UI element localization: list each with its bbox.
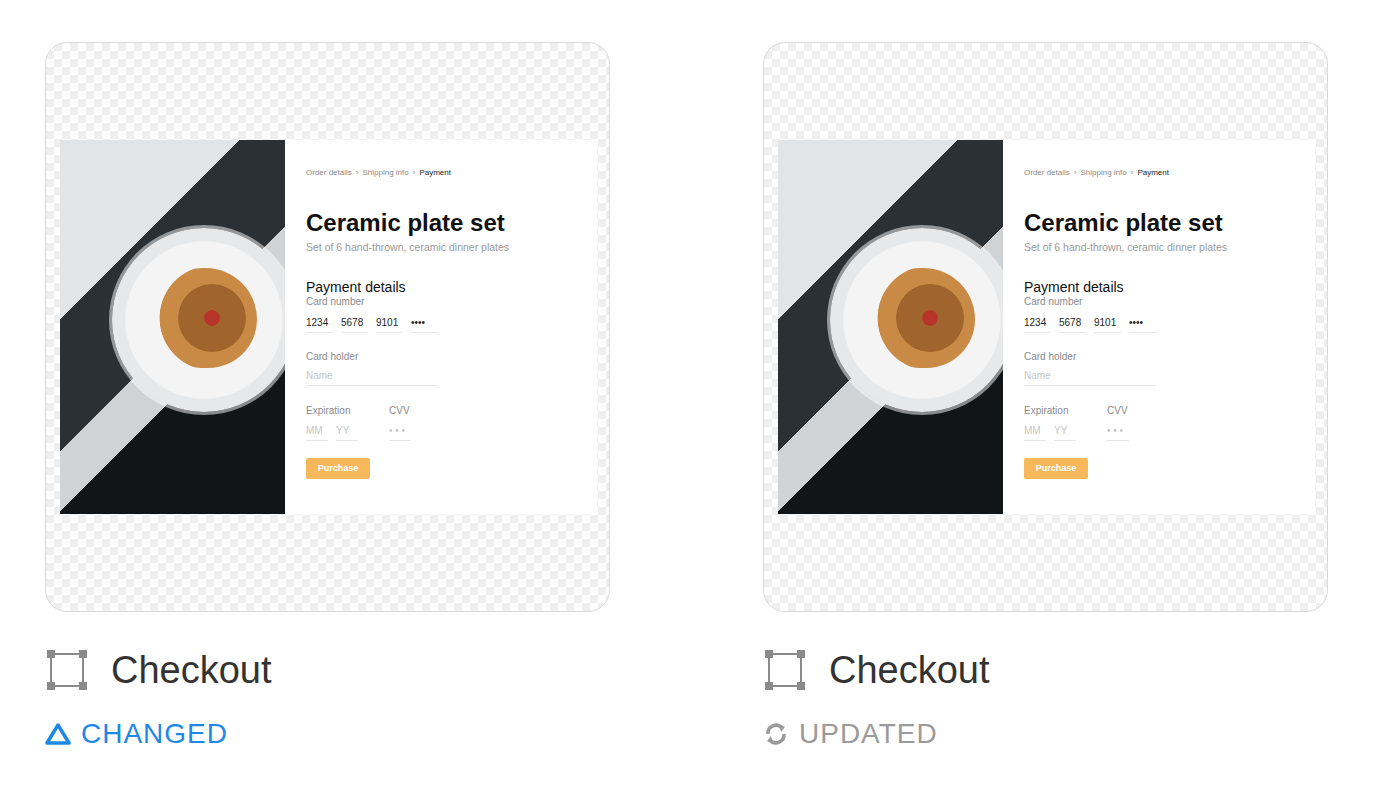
frame-status: UPDATED — [763, 717, 1328, 751]
year-input[interactable] — [336, 423, 358, 441]
status-label: CHANGED — [81, 717, 228, 751]
product-subtitle: Set of 6 hand-thrown, ceramic dinner pla… — [306, 241, 576, 254]
food-shape — [875, 268, 975, 368]
month-input[interactable] — [306, 423, 328, 441]
frame-name[interactable]: Checkout — [829, 648, 990, 692]
cvv-group: CVV — [389, 405, 411, 441]
frame-caption: Checkout — [45, 648, 610, 692]
delta-icon — [45, 722, 71, 746]
frame-column: Order details›Shipping info›PaymentCeram… — [45, 42, 610, 751]
breadcrumb-item[interactable]: Order details — [1024, 168, 1070, 178]
card-number-group[interactable]: 5678 — [1059, 315, 1086, 333]
cvv-group: CVV — [1107, 405, 1129, 441]
breadcrumb-item[interactable]: Order details — [306, 168, 352, 178]
cvv-inputs — [389, 423, 411, 441]
frame-status: CHANGED — [45, 717, 610, 751]
checkout-preview: Order details›Shipping info›PaymentCeram… — [778, 140, 1315, 514]
card-number-group[interactable]: 1234 — [306, 315, 333, 333]
breadcrumb-item[interactable]: Shipping info — [362, 168, 408, 178]
frame-icon — [765, 650, 805, 690]
card-number-field[interactable]: 1234 5678 9101 •••• — [306, 315, 576, 333]
frame-caption: Checkout — [763, 648, 1328, 692]
field-label: Expiration — [1024, 405, 1107, 417]
expiration-group: Expiration — [1024, 405, 1107, 441]
breadcrumb-separator: › — [1131, 168, 1134, 178]
checkout-form: Order details›Shipping info›PaymentCeram… — [285, 140, 597, 514]
expiry-cvv-row: ExpirationCVV — [306, 405, 576, 441]
breadcrumb-item[interactable]: Payment — [1137, 168, 1169, 178]
expiration-inputs — [1024, 423, 1107, 441]
field-label: Card number — [306, 296, 576, 308]
field-label: Card number — [1024, 296, 1294, 308]
card-number-field[interactable]: 1234 5678 9101 •••• — [1024, 315, 1294, 333]
month-input[interactable] — [1024, 423, 1046, 441]
field-label: CVV — [1107, 405, 1129, 417]
food-shape — [157, 268, 257, 368]
product-title: Ceramic plate set — [1024, 208, 1294, 237]
breadcrumb-separator: › — [1074, 168, 1077, 178]
expiry-cvv-row: ExpirationCVV — [1024, 405, 1294, 441]
frame-column: Order details›Shipping info›PaymentCeram… — [763, 42, 1328, 751]
card-number-group[interactable]: •••• — [411, 315, 438, 333]
checkout-form: Order details›Shipping info›PaymentCeram… — [1003, 140, 1315, 514]
card-holder-input[interactable] — [1024, 368, 1156, 386]
section-heading: Payment details — [1024, 279, 1294, 296]
checkout-preview: Order details›Shipping info›PaymentCeram… — [60, 140, 597, 514]
breadcrumb-trail: Order details›Shipping info›Payment — [1024, 168, 1294, 178]
product-subtitle: Set of 6 hand-thrown, ceramic dinner pla… — [1024, 241, 1294, 254]
card-holder-input[interactable] — [306, 368, 438, 386]
field-label: Card holder — [306, 351, 576, 363]
expiration-group: Expiration — [306, 405, 389, 441]
plate-shape — [830, 228, 1003, 412]
status-label: UPDATED — [799, 717, 938, 751]
breadcrumb-item[interactable]: Payment — [419, 168, 451, 178]
year-input[interactable] — [1054, 423, 1076, 441]
purchase-button[interactable]: Purchase — [306, 458, 370, 479]
card-number-group[interactable]: 9101 — [1094, 315, 1121, 333]
product-photo — [60, 140, 285, 514]
product-photo — [778, 140, 1003, 514]
cvv-input[interactable] — [1107, 423, 1129, 441]
breadcrumb-separator: › — [413, 168, 416, 178]
card-number-group[interactable]: 9101 — [376, 315, 403, 333]
breadcrumb-item[interactable]: Shipping info — [1080, 168, 1126, 178]
purchase-button[interactable]: Purchase — [1024, 458, 1088, 479]
frame-name[interactable]: Checkout — [111, 648, 272, 692]
field-label: Expiration — [306, 405, 389, 417]
breadcrumb-trail: Order details›Shipping info›Payment — [306, 168, 576, 178]
frame-icon — [47, 650, 87, 690]
card-number-group[interactable]: •••• — [1129, 315, 1156, 333]
product-title: Ceramic plate set — [306, 208, 576, 237]
section-heading: Payment details — [306, 279, 576, 296]
expiration-inputs — [306, 423, 389, 441]
sync-icon — [763, 721, 789, 747]
cvv-input[interactable] — [389, 423, 411, 441]
breadcrumb-separator: › — [356, 168, 359, 178]
frame-thumbnail[interactable]: Order details›Shipping info›PaymentCeram… — [763, 42, 1328, 612]
field-label: CVV — [389, 405, 411, 417]
card-number-group[interactable]: 1234 — [1024, 315, 1051, 333]
field-label: Card holder — [1024, 351, 1294, 363]
card-number-group[interactable]: 5678 — [341, 315, 368, 333]
cvv-inputs — [1107, 423, 1129, 441]
frame-thumbnail[interactable]: Order details›Shipping info›PaymentCeram… — [45, 42, 610, 612]
plate-shape — [112, 228, 285, 412]
